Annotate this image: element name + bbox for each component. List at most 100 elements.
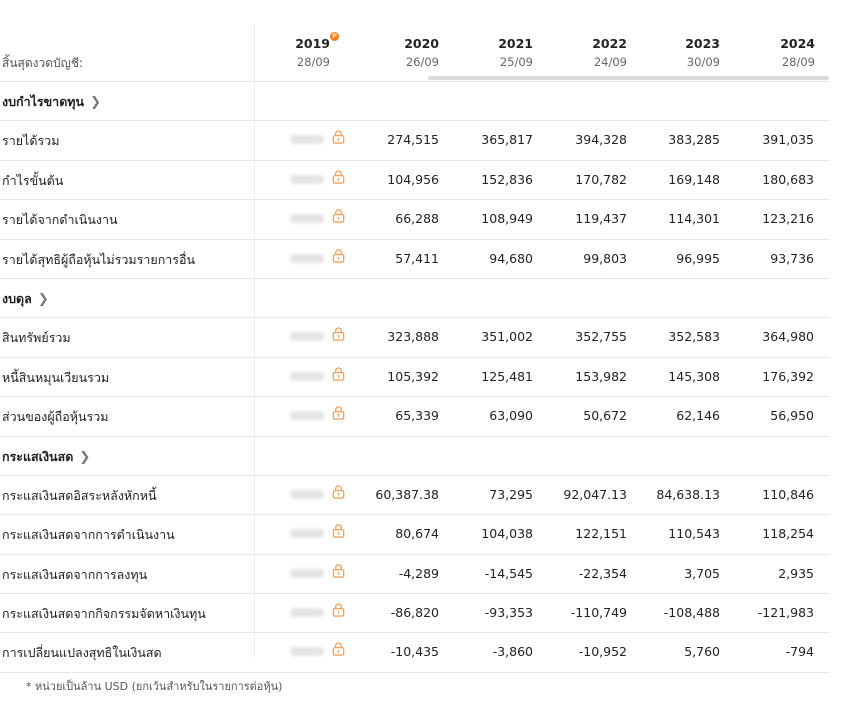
value-cell: 123,216 — [762, 211, 814, 227]
year-label: 2021 — [498, 36, 533, 51]
table-row: รายได้รวม 274,515 365,817 394,328 383,285 391… — [0, 121, 830, 161]
chevron-right-icon[interactable]: ❯ — [90, 95, 101, 110]
value-cell: -93,353 — [484, 605, 533, 621]
lock-icon[interactable] — [331, 366, 346, 385]
chevron-right-icon[interactable]: ❯ — [38, 292, 49, 307]
value-cell: 73,295 — [489, 486, 533, 502]
lock-icon[interactable] — [331, 169, 346, 188]
section-header-row[interactable]: งบกำไรขาดทุน ❯ — [0, 82, 830, 122]
value-cell: -14,545 — [484, 565, 533, 581]
section-title[interactable]: กระแสเงินสด ❯ — [2, 447, 90, 467]
row-label: รายได้รวม — [2, 133, 60, 149]
locked-value[interactable] — [290, 208, 350, 228]
period-end-label: สิ้นสุดงวดบัญชี: — [2, 56, 84, 70]
value-cell: -121,983 — [757, 605, 814, 621]
value-cell: -4,289 — [398, 565, 439, 581]
date-label: 28/09 — [781, 55, 815, 69]
lock-icon[interactable] — [331, 602, 346, 621]
column-2021: 2021 25/09 — [453, 36, 533, 69]
lock-icon[interactable] — [331, 405, 346, 424]
locked-value[interactable] — [290, 484, 350, 504]
table-header: สิ้นสุดงวดบัญชี: 2019 P 28/09 2020 26/09… — [0, 24, 830, 82]
value-cell: 169,148 — [668, 171, 720, 187]
year-label: 2019 P — [250, 32, 339, 51]
locked-value[interactable] — [290, 129, 350, 149]
locked-value[interactable] — [290, 248, 350, 268]
table-row: กระแสเงินสดจากการดำเนินงาน 80,674 104,038 1… — [0, 515, 830, 555]
value-cell: 274,515 — [387, 132, 439, 148]
column-2020: 2020 26/09 — [359, 36, 439, 69]
row-label: สินทรัพย์รวม — [2, 330, 71, 346]
locked-value[interactable] — [290, 523, 350, 543]
locked-value[interactable] — [290, 366, 350, 386]
lock-icon[interactable] — [331, 484, 346, 503]
blurred-value — [290, 214, 324, 224]
blurred-value — [290, 371, 324, 381]
blurred-value — [290, 568, 324, 578]
locked-value[interactable] — [290, 169, 350, 189]
table-row: รายได้สุทธิผู้ถือหุ้นไม่รวมรายการอื่น 57,… — [0, 240, 830, 279]
value-cell: 152,836 — [481, 171, 533, 187]
value-cell: 125,481 — [481, 368, 533, 384]
lock-icon[interactable] — [331, 563, 346, 582]
date-label: 30/09 — [686, 55, 720, 69]
lock-icon[interactable] — [331, 208, 346, 227]
value-cell: 364,980 — [762, 329, 814, 345]
lock-icon[interactable] — [331, 523, 346, 542]
date-label: 24/09 — [593, 55, 627, 69]
value-cell: 323,888 — [387, 329, 439, 345]
value-cell: 65,339 — [395, 408, 439, 424]
year-label: 2022 — [592, 36, 627, 51]
table-row: กำไรขั้นต้น 104,956 152,836 170,782 169,148 1… — [0, 161, 830, 201]
locked-value[interactable] — [290, 326, 350, 346]
section-header-row[interactable]: งบดุล ❯ — [0, 279, 830, 319]
row-label: กระแสเงินสดจากการดำเนินงาน — [2, 527, 175, 543]
value-cell: 60,387.38 — [375, 486, 439, 502]
chevron-right-icon[interactable]: ❯ — [79, 450, 90, 465]
pro-badge-icon[interactable]: P — [330, 32, 339, 41]
lock-icon[interactable] — [331, 641, 346, 660]
blurred-value — [290, 332, 324, 342]
table-body: งบกำไรขาดทุน ❯ รายได้รวม 274,515 365,817 394,… — [0, 82, 830, 673]
row-label: ส่วนของผู้ถือหุ้นรวม — [2, 409, 109, 425]
year-label: 2024 — [780, 36, 815, 51]
value-cell: 104,956 — [387, 171, 439, 187]
value-cell: -110,749 — [570, 605, 627, 621]
row-label: รายได้สุทธิผู้ถือหุ้นไม่รวมรายการอื่น — [2, 251, 196, 267]
value-cell: 352,583 — [668, 329, 720, 345]
blurred-value — [290, 489, 324, 499]
date-label: 26/09 — [405, 55, 439, 69]
value-cell: 122,151 — [575, 526, 627, 542]
value-cell: 93,736 — [770, 250, 814, 266]
lock-icon[interactable] — [331, 326, 346, 345]
lock-icon[interactable] — [331, 248, 346, 267]
value-cell: 351,002 — [481, 329, 533, 345]
value-cell: 110,846 — [762, 486, 814, 502]
locked-value[interactable] — [290, 602, 350, 622]
column-2019: 2019 P 28/09 — [250, 32, 339, 69]
value-cell: 96,995 — [676, 250, 720, 266]
value-cell: 118,254 — [762, 526, 814, 542]
horizontal-scrollbar[interactable] — [428, 76, 829, 80]
value-cell: 94,680 — [489, 250, 533, 266]
section-header-row[interactable]: กระแสเงินสด ❯ — [0, 437, 830, 476]
value-cell: 3,705 — [684, 565, 720, 581]
row-label: การเปลี่ยนแปลงสุทธิในเงินสด — [2, 645, 162, 661]
section-title[interactable]: งบกำไรขาดทุน ❯ — [2, 92, 101, 112]
table-row: การเปลี่ยนแปลงสุทธิในเงินสด -10,435 -3,860… — [0, 633, 830, 673]
value-cell: 119,437 — [575, 211, 627, 227]
table-row: รายได้จากดำเนินงาน 66,288 108,949 119,437 11… — [0, 200, 830, 240]
locked-value[interactable] — [290, 405, 350, 425]
row-label: กำไรขั้นต้น — [2, 172, 64, 188]
value-cell: 63,090 — [489, 408, 533, 424]
blurred-value — [290, 529, 324, 539]
table-row: หนี้สินหมุนเวียนรวม 105,392 125,481 153,982… — [0, 358, 830, 398]
locked-value[interactable] — [290, 563, 350, 583]
value-cell: 2,935 — [778, 565, 814, 581]
section-title[interactable]: งบดุล ❯ — [2, 289, 49, 309]
locked-value[interactable] — [290, 641, 350, 661]
value-cell: -10,435 — [390, 644, 439, 660]
value-cell: 383,285 — [668, 132, 720, 148]
row-label: รายได้จากดำเนินงาน — [2, 212, 118, 228]
lock-icon[interactable] — [331, 129, 346, 148]
